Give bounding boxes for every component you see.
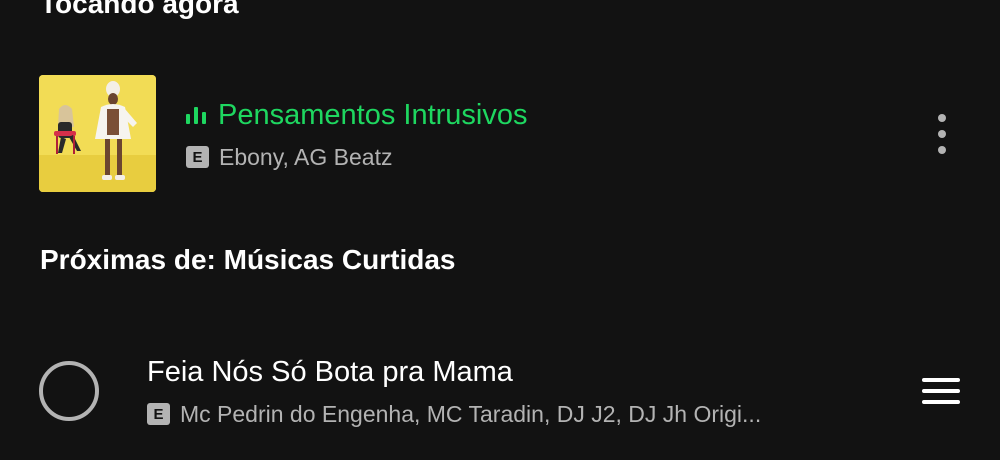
- album-cover-art: [39, 75, 156, 192]
- album-cover: [39, 75, 156, 192]
- more-vertical-icon-dot: [938, 130, 946, 138]
- queue-item-artists[interactable]: Mc Pedrin do Engenha, MC Taradin, DJ J2,…: [180, 401, 761, 428]
- now-playing-heading: Tocando agora: [40, 0, 239, 19]
- now-playing-info: Pensamentos Intrusivos E Ebony, AG Beatz: [186, 96, 527, 172]
- now-playing-artists[interactable]: Ebony, AG Beatz: [219, 144, 392, 171]
- drag-handle-line: [922, 400, 960, 404]
- now-playing-title-line: Pensamentos Intrusivos: [186, 96, 527, 134]
- queue-heading: Próximas de: Músicas Curtidas: [40, 244, 456, 275]
- equalizer-icon: [186, 106, 206, 124]
- queue-item-info: Feia Nós Só Bota pra Mama E Mc Pedrin do…: [147, 352, 761, 429]
- more-vertical-icon-dot: [938, 146, 946, 154]
- drag-handle-line: [922, 378, 960, 382]
- queue-screen: Tocando agora Pensamentos Intrusivos E E…: [0, 0, 1000, 460]
- more-vertical-icon: [938, 114, 946, 122]
- explicit-badge: E: [147, 403, 170, 425]
- queue-item-title[interactable]: Feia Nós Só Bota pra Mama: [147, 352, 761, 392]
- circle-icon[interactable]: [39, 361, 99, 421]
- now-playing-row[interactable]: Pensamentos Intrusivos E Ebony, AG Beatz: [0, 74, 1000, 192]
- more-options-button[interactable]: [926, 110, 958, 158]
- drag-handle-line: [922, 389, 960, 393]
- queue-item-subtitle: E Mc Pedrin do Engenha, MC Taradin, DJ J…: [147, 399, 761, 429]
- now-playing-subtitle: E Ebony, AG Beatz: [186, 142, 527, 172]
- queue-list-item[interactable]: Feia Nós Só Bota pra Mama E Mc Pedrin do…: [0, 340, 1000, 440]
- drag-handle-icon[interactable]: [922, 378, 962, 404]
- explicit-badge: E: [186, 146, 209, 168]
- now-playing-title[interactable]: Pensamentos Intrusivos: [218, 99, 527, 132]
